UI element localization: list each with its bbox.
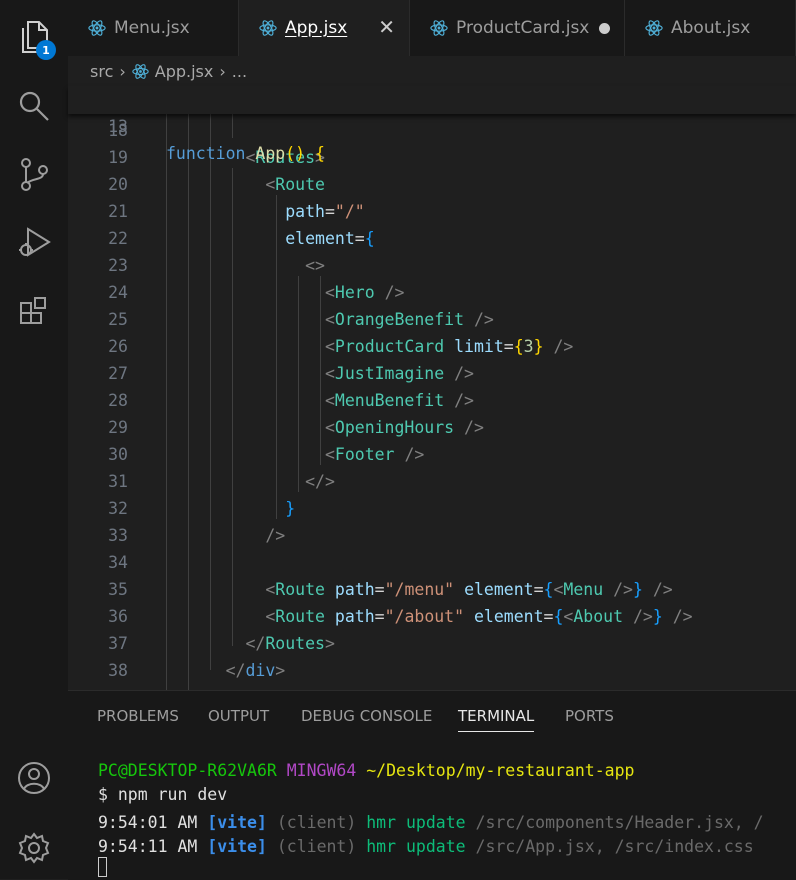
line-number: 28: [108, 391, 128, 410]
tab-app-jsx[interactable]: App.jsx ✕: [239, 0, 410, 56]
search-icon[interactable]: [14, 86, 54, 126]
line-number: 13: [108, 117, 128, 136]
chevron-right-icon: ›: [219, 61, 226, 81]
string: "/menu": [384, 580, 455, 599]
terminal-cwd: ~/Desktop/my-restaurant-app: [366, 761, 635, 780]
tab-label: App.jsx: [285, 18, 348, 38]
attr-name: path: [285, 202, 325, 221]
tab-problems[interactable]: PROBLEMS: [97, 707, 179, 725]
tag-name: Routes: [265, 634, 325, 653]
tab-debug-console[interactable]: DEBUG CONSOLE: [301, 707, 432, 725]
attr-name: path: [334, 607, 375, 626]
tab-output[interactable]: OUTPUT: [208, 707, 269, 725]
line-number: 26: [108, 337, 128, 356]
line-number: 27: [108, 364, 128, 383]
react-icon: [88, 20, 106, 36]
breadcrumb-more[interactable]: ...: [232, 62, 247, 81]
string: "/about": [384, 607, 465, 626]
line-number: 21: [108, 202, 128, 221]
tab-productcard-jsx[interactable]: ProductCard.jsx: [410, 0, 625, 56]
bottom-panel: PROBLEMS OUTPUT DEBUG CONSOLE TERMINAL P…: [68, 690, 796, 880]
terminal-prompt: PC@DESKTOP-R62VA6R MINGW64 ~/Desktop/my-…: [98, 759, 634, 783]
terminal-shell: MINGW64: [286, 761, 357, 780]
react-icon: [645, 20, 663, 36]
source-control-icon[interactable]: [14, 154, 54, 194]
terminal-log-line: 9:54:11 AM [vite] (client) hmr update /s…: [98, 837, 754, 856]
line-number: 32: [108, 499, 128, 518]
tag-name: About: [573, 607, 624, 626]
parens: (): [285, 144, 306, 163]
tag-name: Route: [275, 580, 325, 599]
attr-name: limit: [454, 337, 504, 356]
line-number: 29: [108, 418, 128, 437]
activity-bar: 1: [0, 0, 68, 879]
explorer-badge: 1: [36, 40, 56, 60]
react-icon: [132, 63, 149, 79]
tag-name: Hero: [334, 283, 375, 302]
number: 3: [523, 337, 534, 356]
tab-ports[interactable]: PORTS: [565, 707, 614, 725]
line-number: 23: [108, 256, 128, 275]
editor-tabs: Menu.jsx App.jsx ✕ ProductCard.jsx About…: [68, 0, 796, 56]
line-number: 34: [108, 553, 128, 572]
tag-name: div: [245, 661, 276, 680]
tag-name: OrangeBenefit: [334, 310, 465, 329]
tab-terminal[interactable]: TERMINAL: [458, 707, 535, 732]
line-number: 33: [108, 526, 128, 545]
keyword: function: [166, 144, 246, 163]
tag-name: JustImagine: [334, 364, 445, 383]
string: "/": [334, 202, 365, 221]
run-debug-icon[interactable]: [14, 222, 54, 262]
function-name: App: [255, 144, 286, 163]
attr-name: path: [334, 580, 375, 599]
account-icon[interactable]: [14, 758, 54, 798]
close-icon[interactable]: ✕: [378, 15, 395, 39]
tag-name: Route: [275, 175, 325, 194]
line-number: 31: [108, 472, 128, 491]
open-brace: {: [315, 144, 325, 163]
tab-label: ProductCard.jsx: [456, 18, 590, 38]
chevron-right-icon: ›: [119, 61, 126, 81]
tag-name: Footer: [334, 445, 395, 464]
line-number: 24: [108, 283, 128, 302]
terminal-user: PC@DESKTOP-R62VA6R: [98, 761, 277, 780]
line-number: 30: [108, 445, 128, 464]
react-icon: [430, 20, 448, 36]
extensions-icon[interactable]: [14, 292, 54, 332]
line-number: 22: [108, 229, 128, 248]
react-icon: [259, 20, 277, 36]
attr-name: element: [474, 607, 544, 626]
terminal-command: $ npm run dev: [98, 785, 228, 804]
line-number: 35: [108, 580, 128, 599]
tag-name: ProductCard: [334, 337, 445, 356]
code-editor[interactable]: 18 19 <Routes> 20 <Route 21 path="/" 22 …: [68, 114, 796, 690]
attr-name: element: [285, 229, 355, 248]
tab-label: Menu.jsx: [114, 18, 190, 38]
tab-about-jsx[interactable]: About.jsx: [625, 0, 796, 56]
tab-menu-jsx[interactable]: Menu.jsx: [68, 0, 239, 56]
line-number: 38: [108, 661, 128, 680]
unsaved-dot-icon[interactable]: [599, 23, 610, 34]
settings-gear-icon[interactable]: [14, 828, 54, 868]
breadcrumb: src › App.jsx › ...: [68, 56, 796, 86]
line-number: 36: [108, 607, 128, 626]
tag-name: OpeningHours: [334, 418, 455, 437]
attr-name: element: [464, 580, 534, 599]
tab-label: About.jsx: [671, 18, 751, 38]
line-number: 25: [108, 310, 128, 329]
terminal-log-line: 9:54:01 AM [vite] (client) hmr update /s…: [98, 813, 764, 832]
terminal-cursor[interactable]: [98, 857, 107, 877]
line-number: 37: [108, 634, 128, 653]
tag-name: Menu: [563, 580, 604, 599]
tag-name: MenuBenefit: [334, 391, 445, 410]
tag-name: Route: [275, 607, 325, 626]
breadcrumb-file[interactable]: App.jsx: [155, 62, 214, 81]
sticky-scroll-line[interactable]: 13 function App() {: [68, 86, 796, 163]
breadcrumb-folder[interactable]: src: [90, 62, 113, 81]
indent-guide: [232, 114, 233, 138]
